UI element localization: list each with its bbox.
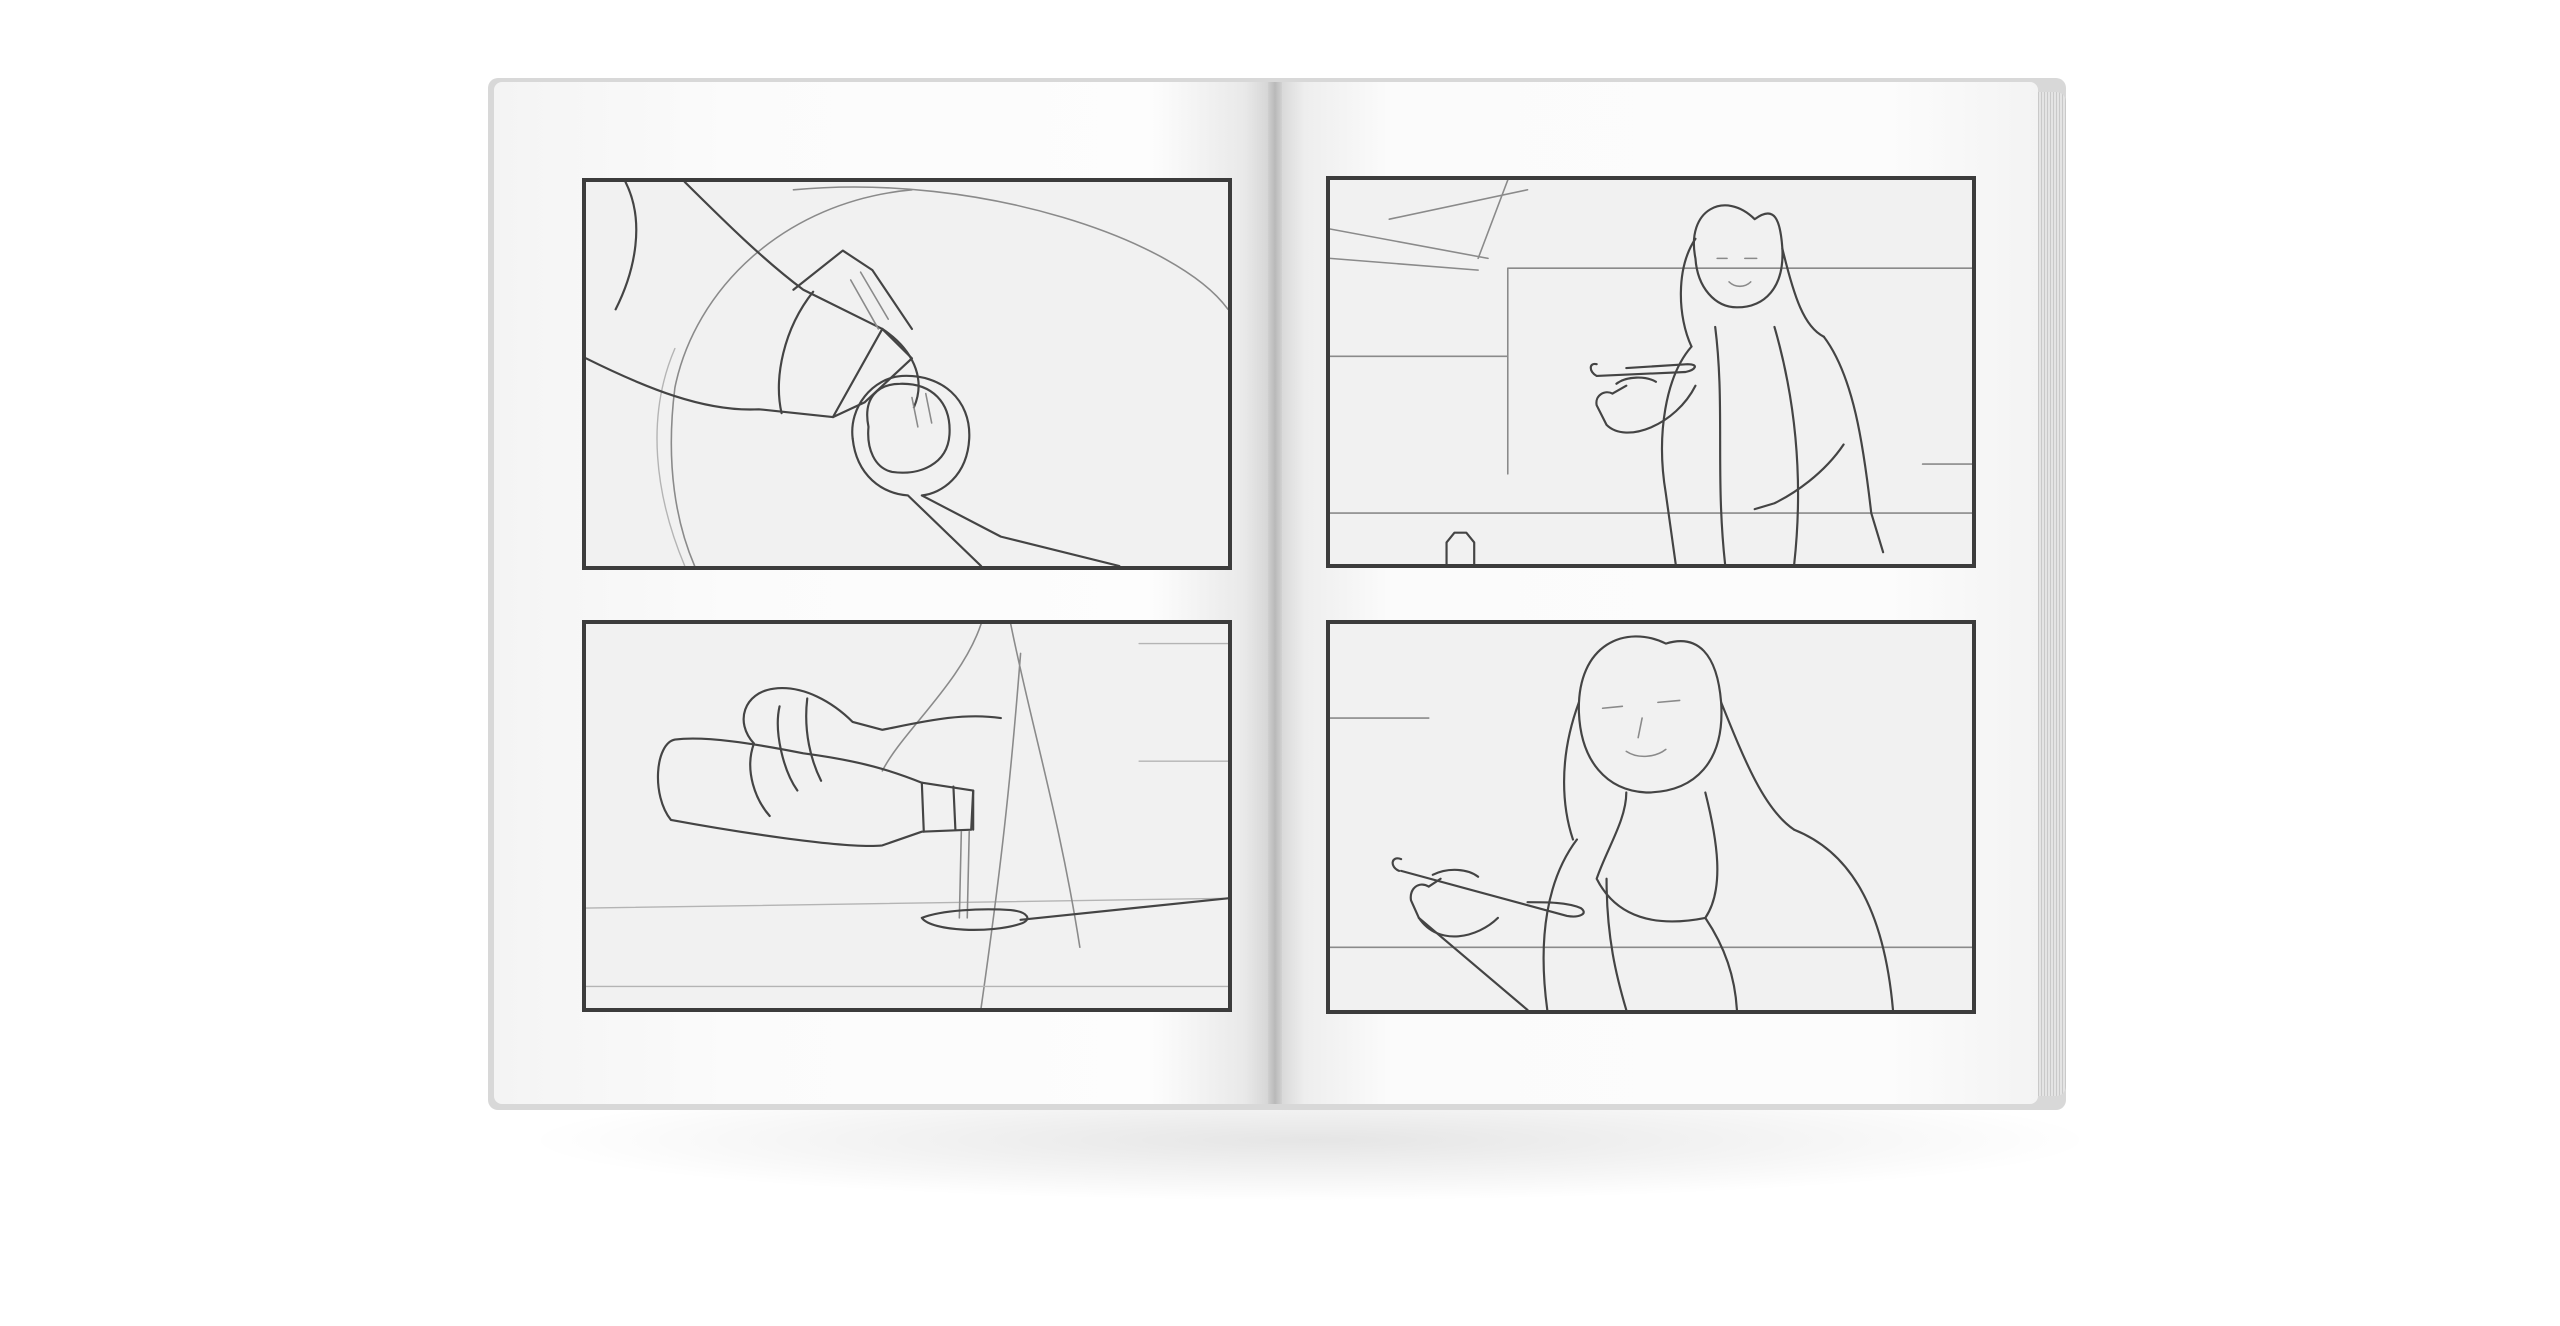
page-edges <box>2036 92 2066 1096</box>
storyboard-book <box>488 78 2066 1110</box>
storyboard-panel-4 <box>1326 620 1976 1014</box>
pour-into-spoon-closeup-sketch <box>586 182 1228 566</box>
storyboard-panel-1 <box>582 178 1232 570</box>
woman-holding-spoon-wide-sketch <box>1330 180 1972 564</box>
storyboard-panel-3 <box>1326 176 1976 568</box>
scene <box>0 0 2560 1326</box>
hand-pouring-bottle-sketch <box>586 624 1228 1008</box>
book-spine-gutter <box>1268 82 1282 1104</box>
storyboard-panel-2 <box>582 620 1232 1012</box>
woman-holding-spoon-closeup-sketch <box>1330 635 1972 1010</box>
